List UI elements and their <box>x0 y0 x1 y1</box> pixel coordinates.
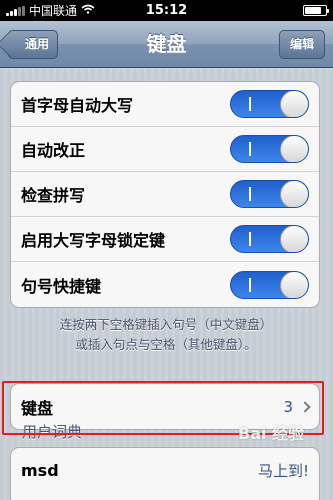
phrase-text: 马上到! <box>257 462 309 480</box>
carrier-label: 中国联通 <box>29 4 78 18</box>
setting-label: 首字母自动大写 <box>21 96 134 115</box>
toggle-on-mark <box>249 142 251 156</box>
toggle-knob <box>280 226 308 252</box>
toggle-on-mark <box>249 97 251 111</box>
toggle-on-mark <box>249 187 251 201</box>
setting-row-period-shortcut: 句号快捷键 <box>11 262 319 307</box>
keyboards-right: 3 <box>283 397 311 416</box>
status-left: 中国联通 <box>6 2 95 19</box>
period-shortcut-toggle[interactable] <box>230 270 309 299</box>
keyboards-label: 键盘 <box>21 398 54 418</box>
setting-row-auto-capitalize: 首字母自动大写 <box>11 82 319 127</box>
setting-label: 检查拼写 <box>21 186 86 205</box>
caps-lock-toggle[interactable] <box>230 225 309 253</box>
setting-label: 句号快捷键 <box>21 276 102 296</box>
setting-row-auto-correct: 自动改正 <box>11 127 319 172</box>
toggle-on-mark <box>249 277 251 292</box>
user-dictionary-group: msd 马上到! <box>10 447 320 500</box>
edit-button[interactable]: 编辑 <box>278 30 325 59</box>
status-bar: 中国联通 15:12 <box>0 0 333 21</box>
battery-icon <box>303 5 329 16</box>
spell-check-toggle[interactable] <box>230 180 309 208</box>
auto-capitalize-toggle[interactable] <box>230 90 309 118</box>
setting-label: 自动改正 <box>21 141 86 160</box>
user-dictionary-row[interactable]: msd 马上到! <box>11 448 319 493</box>
user-dictionary-header: 用户词典 <box>22 423 83 441</box>
chevron-right-icon <box>299 400 311 413</box>
note-line-1: 连按两下空格键插入句号（中文键盘） <box>59 317 273 332</box>
period-shortcut-note: 连按两下空格键插入句号（中文键盘） 或插入句点与空格（其他键盘）。 <box>16 315 316 355</box>
toggle-knob <box>280 271 308 298</box>
toggle-settings-group: 首字母自动大写 自动改正 检查拼写 启用大写字母锁定键 句号快捷键 <box>10 81 320 308</box>
toggle-knob <box>280 91 308 117</box>
setting-row-spell-check: 检查拼写 <box>11 172 319 217</box>
keyboards-count: 3 <box>283 397 293 416</box>
toggle-knob <box>280 136 308 162</box>
baidu-watermark: Bai 经验 <box>238 424 305 443</box>
note-line-2: 或插入句点与空格（其他键盘）。 <box>75 337 257 352</box>
toggle-on-mark <box>249 232 251 246</box>
setting-row-caps-lock: 启用大写字母锁定键 <box>11 217 319 262</box>
wifi-icon <box>81 4 95 17</box>
setting-label: 启用大写字母锁定键 <box>21 231 166 250</box>
navigation-bar: 通用 键盘 编辑 <box>0 21 333 68</box>
shortcut-text: msd <box>21 461 59 480</box>
auto-correct-toggle[interactable] <box>230 135 309 163</box>
signal-icon <box>6 5 25 16</box>
toggle-knob <box>280 181 308 207</box>
